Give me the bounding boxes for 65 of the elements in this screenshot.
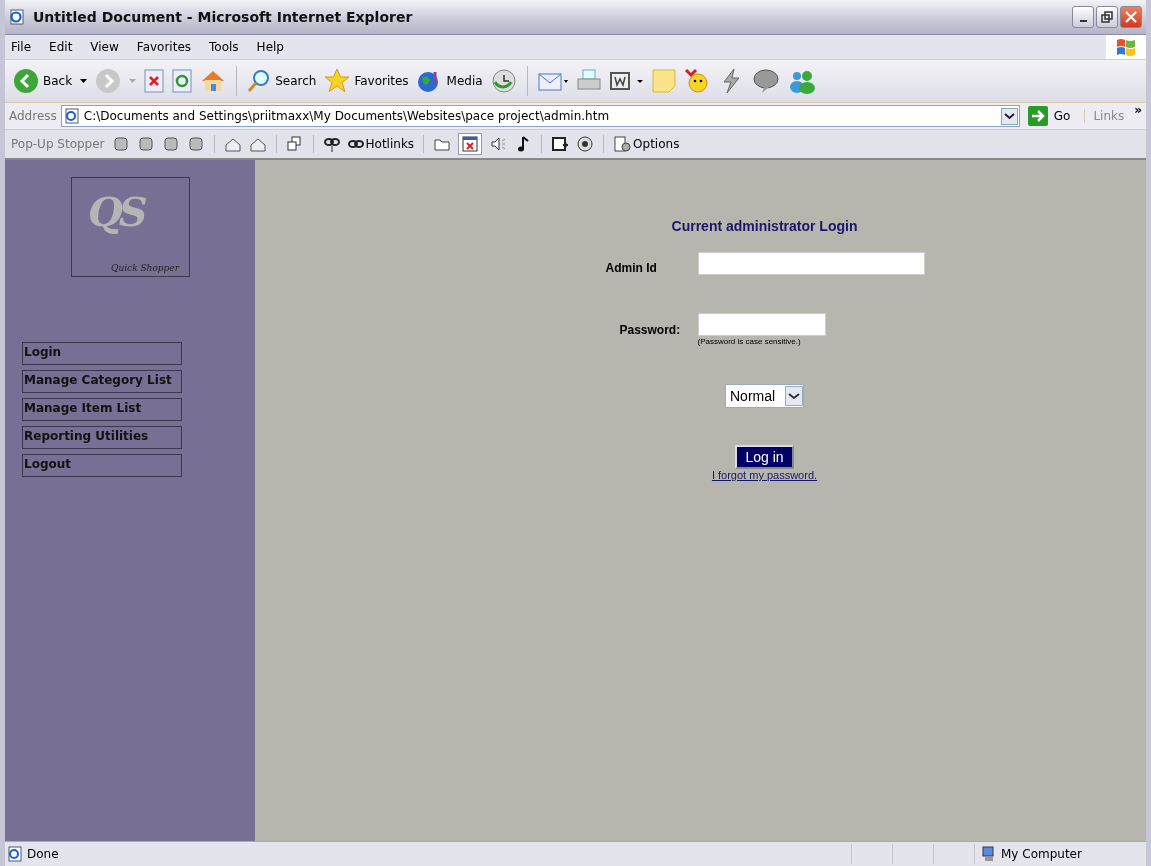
back-button[interactable]: Back <box>13 68 73 94</box>
close-icon <box>1125 11 1137 23</box>
nav-link[interactable]: Logout <box>22 454 182 477</box>
media-button[interactable]: Media <box>416 68 483 94</box>
address-field[interactable]: C:\Documents and Settings\priitmaxx\My Documents\Websites\pace project\admin.htm <box>60 105 1020 127</box>
popup-stopper-label: Pop-Up Stopper <box>11 137 105 151</box>
menu-item[interactable]: Tools <box>209 40 239 54</box>
word-document-icon[interactable] <box>609 70 644 92</box>
people-icon[interactable] <box>787 68 816 94</box>
toolbar-icon[interactable] <box>576 135 595 153</box>
nav-link[interactable]: Login <box>22 342 182 365</box>
speech-bubble-icon[interactable] <box>751 68 780 94</box>
computer-icon <box>981 846 997 862</box>
password-field[interactable] <box>697 313 826 336</box>
windows-logo-icon <box>1106 35 1146 59</box>
star-icon <box>324 68 351 94</box>
minimize-icon <box>1079 20 1087 22</box>
hotlinks-button[interactable]: Hotlinks <box>347 137 415 151</box>
smiley-icon[interactable] <box>683 68 710 94</box>
speaker-icon[interactable] <box>489 135 508 153</box>
stop-icon[interactable] <box>144 69 165 93</box>
menu-item[interactable]: Help <box>256 40 284 54</box>
history-icon[interactable] <box>490 68 517 94</box>
arrow-icon <box>1027 106 1048 126</box>
page-icon <box>63 108 80 124</box>
search-icon <box>247 69 272 93</box>
go-button[interactable]: Go <box>1023 106 1081 126</box>
menu-item[interactable]: Favorites <box>136 40 192 54</box>
login-button[interactable]: Log in <box>735 445 794 469</box>
mode-dropdown[interactable]: Normal <box>725 384 804 408</box>
field-label: Admin Id <box>604 260 658 275</box>
menu-item[interactable]: View <box>90 40 119 54</box>
toolbar-icon[interactable] <box>551 135 570 153</box>
options-icon <box>613 135 632 153</box>
blocked-window-icon[interactable] <box>458 133 483 155</box>
restore-icon <box>1101 11 1113 23</box>
nav-link[interactable]: Manage Item List <box>22 398 182 421</box>
options-button[interactable]: Options <box>613 135 680 153</box>
window-title: Untitled Document - Microsoft Internet Explorer <box>33 9 414 25</box>
menu-item[interactable]: Edit <box>49 40 73 54</box>
refresh-icon[interactable] <box>172 69 193 93</box>
link-icon <box>347 139 364 149</box>
browser-icon <box>9 9 25 25</box>
favorites-button[interactable]: Favorites <box>324 68 409 94</box>
field-label: Password: <box>618 322 682 337</box>
search-button[interactable]: Search <box>247 69 317 93</box>
form-heading: Current administrator Login <box>671 218 858 234</box>
nav-link[interactable]: Manage Category List <box>22 370 182 393</box>
minimize-button[interactable] <box>1072 6 1094 28</box>
restore-button[interactable] <box>1096 6 1118 28</box>
chevron-button[interactable]: » <box>1134 103 1142 117</box>
page-icon <box>7 846 23 862</box>
nav-link[interactable]: Reporting Utilities <box>22 426 182 449</box>
admin-id-field[interactable] <box>697 252 925 275</box>
menu-item[interactable]: File <box>11 40 32 54</box>
logo-text: Quick Shopper <box>111 263 179 273</box>
password-hint: (Password is case sensitive.) <box>697 337 802 346</box>
logo-monogram: QS <box>88 188 146 235</box>
dropdown-arrow-icon[interactable] <box>80 79 88 83</box>
status-text: Done <box>27 847 60 861</box>
link-icon[interactable] <box>322 135 341 153</box>
close-button[interactable] <box>1120 6 1142 28</box>
address-label: Address <box>9 109 57 123</box>
zone-text: My Computer <box>1001 847 1082 861</box>
forgot-password-link[interactable]: I forgot my password. <box>711 469 818 481</box>
